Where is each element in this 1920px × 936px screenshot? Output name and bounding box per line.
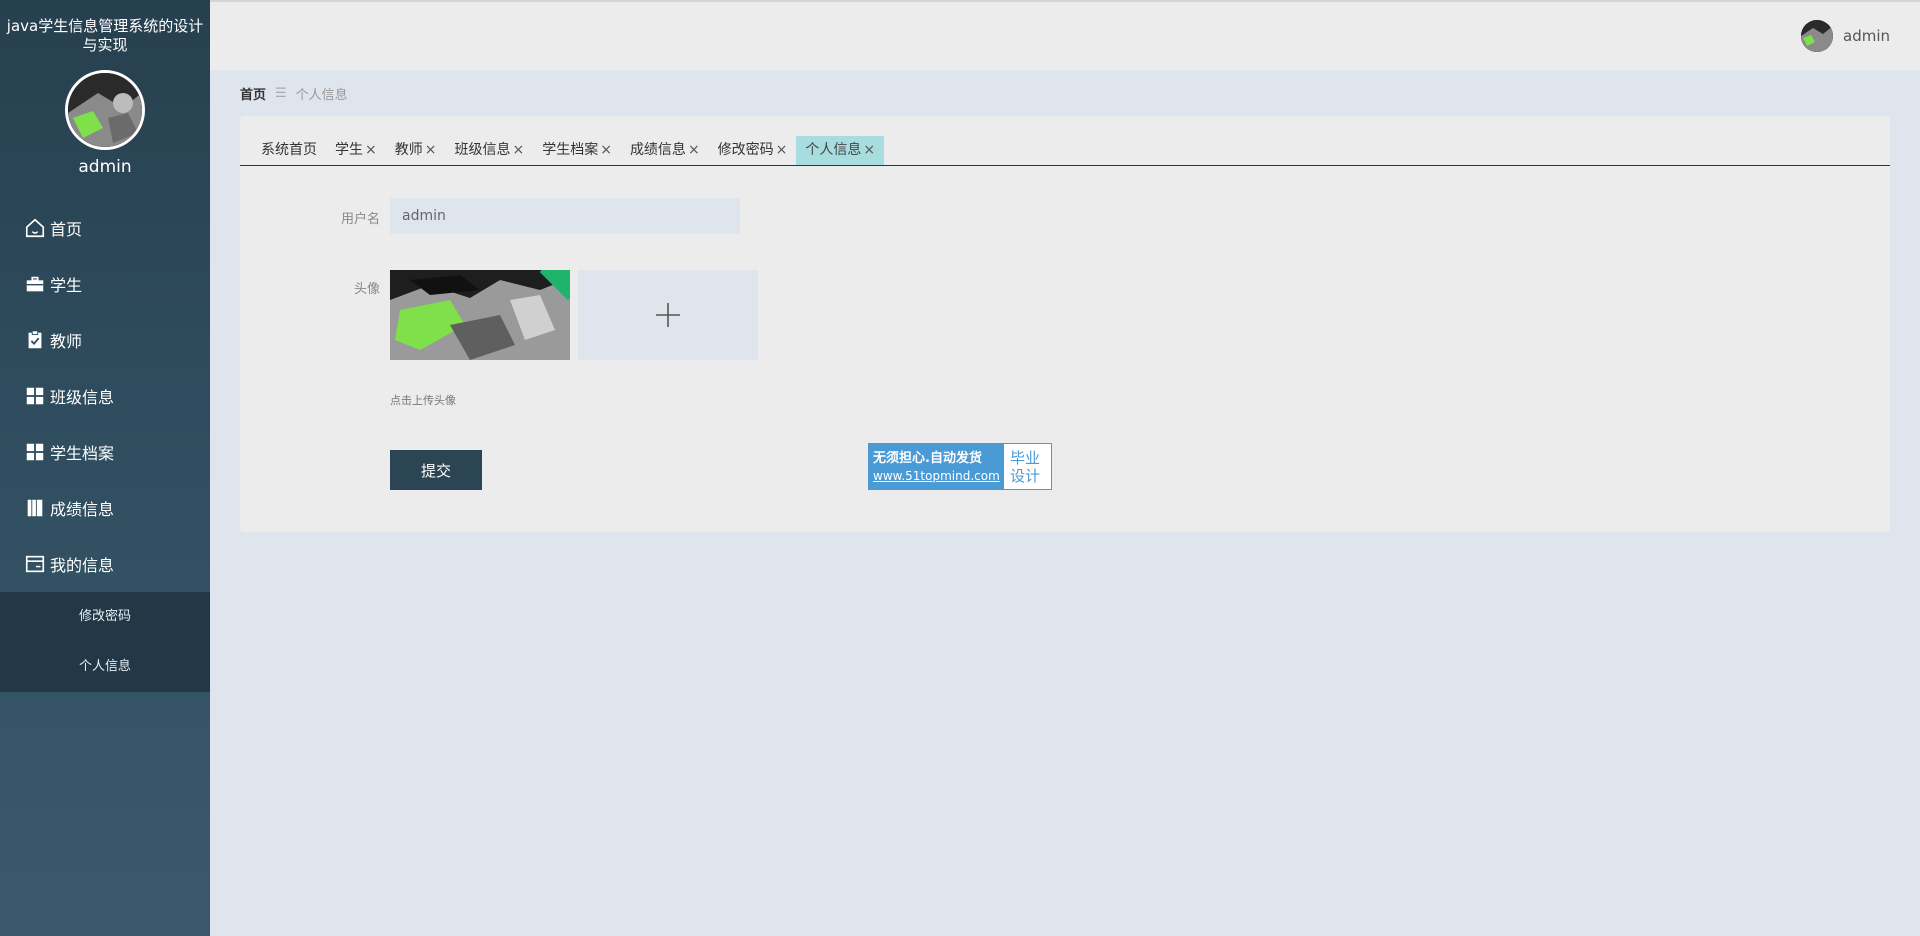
promo-banner[interactable]: 无须担心.自动发货 www.51topmind.com 毕业 设计 bbox=[868, 443, 1052, 490]
promo-right: 毕业 设计 bbox=[1004, 444, 1051, 489]
sidebar-item-teacher[interactable]: 教师 bbox=[0, 312, 210, 368]
tab-label: 班级信息 bbox=[454, 142, 511, 158]
breadcrumb-separator-icon: ☰ bbox=[275, 86, 287, 101]
close-icon[interactable]: × bbox=[863, 136, 875, 165]
sidebar-item-student[interactable]: 学生 bbox=[0, 256, 210, 312]
breadcrumb-home[interactable]: 首页 bbox=[240, 84, 266, 103]
promo-right1: 毕业 bbox=[1010, 448, 1041, 467]
sidebar-menu: 首页 学生 教师 班级信息 学生档案 成绩信息 我的信息 bbox=[0, 200, 210, 592]
promo-line2: www.51topmind.com bbox=[873, 468, 1000, 483]
tab-system-home[interactable]: 系统首页 bbox=[252, 136, 326, 165]
tab-teacher[interactable]: 教师 × bbox=[386, 136, 446, 165]
avatar-preview[interactable] bbox=[390, 270, 570, 360]
grid-icon bbox=[26, 387, 44, 405]
breadcrumb: 首页 ☰ 个人信息 bbox=[240, 84, 348, 103]
sidebar-item-student-archive[interactable]: 学生档案 bbox=[0, 424, 210, 480]
briefcase-icon bbox=[26, 276, 44, 292]
grid-icon bbox=[26, 443, 44, 461]
tab-bar: 系统首页 学生 × 教师 × 班级信息 × 学生档案 × 成绩信息 × 修改密码… bbox=[240, 116, 1890, 166]
tab-label: 成绩信息 bbox=[629, 142, 686, 158]
clipboard-icon bbox=[28, 330, 42, 349]
sidebar-item-grades[interactable]: 成绩信息 bbox=[0, 480, 210, 536]
breadcrumb-current: 个人信息 bbox=[295, 88, 348, 103]
close-icon[interactable]: × bbox=[512, 136, 524, 165]
promo-right2: 设计 bbox=[1010, 466, 1041, 485]
tab-label: 修改密码 bbox=[717, 142, 774, 158]
sidebar-avatar bbox=[65, 70, 145, 150]
tab-student[interactable]: 学生 × bbox=[326, 136, 386, 165]
promo-line1: 无须担心.自动发货 bbox=[873, 450, 982, 466]
tab-class-info[interactable]: 班级信息 × bbox=[445, 136, 533, 165]
close-icon[interactable]: × bbox=[776, 136, 788, 165]
card-icon bbox=[25, 555, 45, 573]
avatar-upload-button[interactable] bbox=[578, 270, 758, 360]
plus-icon bbox=[656, 303, 680, 327]
tab-change-password[interactable]: 修改密码 × bbox=[709, 136, 797, 165]
book-icon bbox=[27, 499, 43, 517]
sidebar: java学生信息管理系统的设计与实现 admin 首页 学生 教师 班级信息 学… bbox=[0, 0, 210, 936]
tab-student-archive[interactable]: 学生档案 × bbox=[533, 136, 621, 165]
close-icon[interactable]: × bbox=[365, 136, 377, 165]
avatar-label: 头像 bbox=[353, 282, 380, 297]
tab-personal-info[interactable]: 个人信息 × bbox=[796, 136, 885, 165]
sidebar-item-class-info[interactable]: 班级信息 bbox=[0, 368, 210, 424]
sidebar-username: admin bbox=[78, 157, 132, 177]
sidebar-item-my-info[interactable]: 我的信息 bbox=[0, 536, 210, 592]
top-username: admin bbox=[1843, 27, 1890, 45]
tab-label: 学生 bbox=[335, 142, 363, 158]
sidebar-item-label: 成绩信息 bbox=[50, 500, 115, 519]
username-input[interactable] bbox=[390, 198, 740, 234]
username-label: 用户名 bbox=[340, 212, 380, 227]
sidebar-item-home[interactable]: 首页 bbox=[0, 200, 210, 256]
sidebar-item-label: 学生档案 bbox=[50, 444, 115, 463]
tab-label: 系统首页 bbox=[261, 142, 317, 158]
close-icon[interactable]: × bbox=[425, 136, 437, 165]
sidebar-item-label: 教师 bbox=[50, 332, 83, 351]
submit-button[interactable]: 提交 bbox=[390, 450, 482, 490]
home-icon bbox=[25, 218, 45, 238]
close-icon[interactable]: × bbox=[688, 136, 700, 165]
top-user-menu[interactable]: admin bbox=[1801, 20, 1890, 52]
top-avatar bbox=[1801, 20, 1833, 52]
avatar-image-icon bbox=[68, 73, 142, 147]
tab-label: 学生档案 bbox=[542, 142, 599, 158]
close-icon[interactable]: × bbox=[600, 136, 612, 165]
sidebar-item-label: 学生 bbox=[50, 276, 83, 295]
avatar-image-icon bbox=[1801, 20, 1833, 52]
tab-grades[interactable]: 成绩信息 × bbox=[621, 136, 709, 165]
sidebar-item-label: 班级信息 bbox=[50, 388, 115, 407]
content-card: 系统首页 学生 × 教师 × 班级信息 × 学生档案 × 成绩信息 × 修改密码… bbox=[240, 116, 1890, 532]
sidebar-submenu: 修改密码 个人信息 bbox=[0, 592, 210, 692]
app-title: java学生信息管理系统的设计与实现 bbox=[6, 17, 204, 54]
tab-label: 教师 bbox=[394, 142, 423, 158]
avatar-image-icon bbox=[390, 270, 570, 360]
promo-left: 无须担心.自动发货 www.51topmind.com bbox=[869, 444, 1004, 489]
upload-hint: 点击上传头像 bbox=[390, 394, 456, 407]
tab-label: 个人信息 bbox=[805, 142, 862, 158]
top-bar: admin bbox=[210, 0, 1920, 70]
sidebar-subitem-change-password[interactable]: 修改密码 bbox=[0, 592, 210, 642]
sidebar-subitem-personal-info[interactable]: 个人信息 bbox=[0, 642, 210, 692]
sidebar-item-label: 我的信息 bbox=[50, 556, 115, 575]
sidebar-item-label: 首页 bbox=[50, 220, 83, 239]
